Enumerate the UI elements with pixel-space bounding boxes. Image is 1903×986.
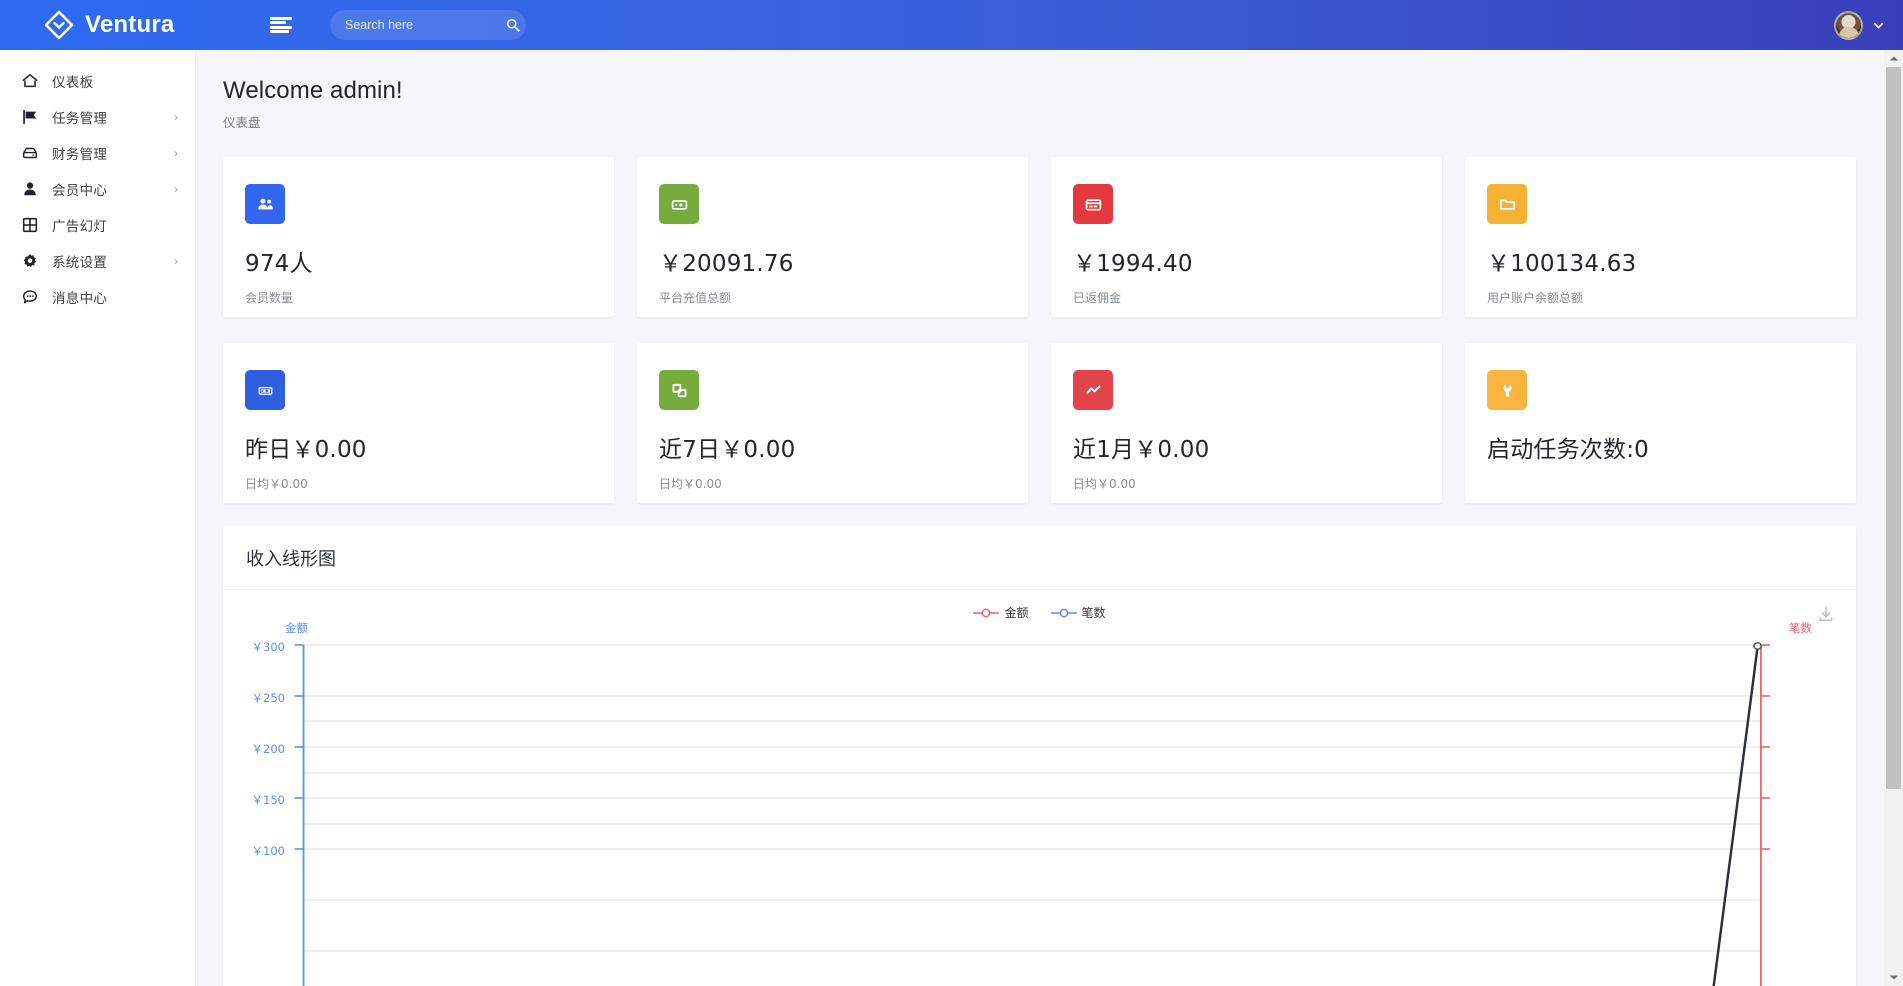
gear-icon xyxy=(20,252,39,271)
stat-value: ￥100134.63 xyxy=(1487,251,1637,277)
sidebar-item-label: 广告幻灯 xyxy=(52,219,108,235)
scrollbar-track[interactable] xyxy=(1884,67,1903,969)
sidebar-caret: › xyxy=(174,110,178,124)
sidebar-item-label: 任务管理 xyxy=(52,111,108,127)
sidebar-item-ad-slides[interactable]: 广告幻灯 xyxy=(0,207,195,243)
sidebar-item-task-management[interactable]: 任务管理 › xyxy=(0,99,195,135)
folder-icon xyxy=(1487,184,1527,224)
stat-card-paid-commission[interactable]: ￥1994.40 已返佣金 xyxy=(1051,157,1442,317)
breadcrumb: 仪表盘 xyxy=(223,115,261,130)
stats-row-2: 昨日￥0.00 日均￥0.00 近7日￥0.00 日均￥0.00 近1月￥0.0… xyxy=(223,343,1856,503)
stat-value: 启动任务次数:0 xyxy=(1487,437,1649,463)
avatar[interactable] xyxy=(1834,10,1863,40)
stat-label: 日均￥0.00 xyxy=(659,477,722,491)
chevron-down-icon[interactable] xyxy=(1872,19,1885,32)
banknote-icon xyxy=(659,184,699,224)
stat-label: 已返佣金 xyxy=(1073,291,1122,305)
chat-icon xyxy=(20,288,39,307)
stat-label: 日均￥0.00 xyxy=(245,477,308,491)
chart-svg xyxy=(294,642,1770,986)
stats-row-1: 974人 会员数量 ￥20091.76 平台充值总额 ￥1994.40 已返佣金… xyxy=(223,157,1856,317)
sidebar-item-label: 消息中心 xyxy=(52,291,108,307)
stat-label: 平台充值总额 xyxy=(659,291,732,305)
sidebar-item-label: 系统设置 xyxy=(52,255,108,271)
top-navbar: Ventura xyxy=(0,0,1903,50)
stat-value: 昨日￥0.00 xyxy=(245,437,367,463)
credit-card-icon xyxy=(1073,184,1113,224)
user-menu[interactable] xyxy=(1834,10,1903,40)
hamburger-icon[interactable] xyxy=(270,16,292,34)
drawer-icon xyxy=(20,144,39,163)
home-icon xyxy=(20,72,39,91)
stat-card-task-launch-count[interactable]: 启动任务次数:0 xyxy=(1465,343,1856,503)
sidebar-item-message-center[interactable]: 消息中心 xyxy=(0,279,195,315)
sidebar-item-system-settings[interactable]: 系统设置 › xyxy=(0,243,195,279)
chart-plot-area[interactable]: 金额 笔数 ￥300 ￥250 ￥200 ￥150 ￥100 1笔 0.8笔 0… xyxy=(223,590,1903,986)
stat-card-total-recharge[interactable]: ￥20091.76 平台充值总额 xyxy=(637,157,1028,317)
scroll-up-button[interactable] xyxy=(1884,50,1903,67)
sidebar-caret: › xyxy=(174,182,178,196)
sidebar-caret: › xyxy=(174,146,178,160)
stat-card-yesterday[interactable]: 昨日￥0.00 日均￥0.00 xyxy=(223,343,614,503)
sidebar-item-finance-management[interactable]: 财务管理 › xyxy=(0,135,195,171)
stat-value: ￥20091.76 xyxy=(659,251,794,277)
main-content: Welcome admin! 仪表盘 974人 会员数量 ￥20091.76 平… xyxy=(196,50,1903,986)
stat-value: ￥1994.40 xyxy=(1073,251,1193,277)
stat-card-user-balance[interactable]: ￥100134.63 用户账户余额总额 xyxy=(1465,157,1856,317)
sidebar-item-dashboard[interactable]: 仪表板 xyxy=(0,63,195,99)
chart-header: 收入线形图 xyxy=(223,526,1856,590)
stat-label: 会员数量 xyxy=(245,291,294,305)
stat-card-last-7-days[interactable]: 近7日￥0.00 日均￥0.00 xyxy=(637,343,1028,503)
sidebar-item-label: 仪表板 xyxy=(52,75,94,91)
stat-value: 近1月￥0.00 xyxy=(1073,437,1210,463)
sidebar: 仪表板 任务管理 › 财务管理 › 会员中心 › 广告幻灯 系统设置 › 消息中… xyxy=(0,50,196,986)
people-icon xyxy=(245,184,285,224)
sidebar-caret: › xyxy=(174,254,178,268)
sidebar-item-label: 会员中心 xyxy=(52,183,108,199)
user-icon xyxy=(20,180,39,199)
clone-icon xyxy=(659,370,699,410)
flag-icon xyxy=(20,108,39,127)
search-icon[interactable] xyxy=(506,18,520,32)
income-line-chart-panel: 收入线形图 金额 笔数 金额 笔数 ￥300 ￥250 ￥200 ￥150 ￥1… xyxy=(223,526,1903,986)
page-title: Welcome admin! xyxy=(223,77,403,104)
stat-label: 日均￥0.00 xyxy=(1073,477,1136,491)
grid-icon xyxy=(20,216,39,235)
stat-value: 近7日￥0.00 xyxy=(659,437,796,463)
scrollbar-thumb[interactable] xyxy=(1886,67,1901,789)
chart-title: 收入线形图 xyxy=(246,549,336,570)
banknote-icon xyxy=(245,370,285,410)
stat-card-last-month[interactable]: 近1月￥0.00 日均￥0.00 xyxy=(1051,343,1442,503)
stat-label: 用户账户余额总额 xyxy=(1487,291,1584,305)
stat-card-members[interactable]: 974人 会员数量 xyxy=(223,157,614,317)
scroll-down-button[interactable] xyxy=(1884,969,1903,986)
search-box[interactable] xyxy=(330,10,526,40)
chart-line-icon xyxy=(1073,370,1113,410)
sidebar-item-member-center[interactable]: 会员中心 › xyxy=(0,171,195,207)
stat-value: 974人 xyxy=(245,251,313,277)
brand-name: Ventura xyxy=(85,11,175,38)
brand-logo-area[interactable]: Ventura xyxy=(0,0,240,50)
diamond-chevron-logo-icon xyxy=(44,10,74,40)
vertical-scrollbar[interactable] xyxy=(1884,50,1903,986)
wrench-icon xyxy=(1487,370,1527,410)
search-input[interactable] xyxy=(345,18,506,32)
sidebar-item-label: 财务管理 xyxy=(52,147,108,163)
chart-body[interactable]: 金额 笔数 金额 笔数 ￥300 ￥250 ￥200 ￥150 ￥100 xyxy=(223,590,1903,986)
